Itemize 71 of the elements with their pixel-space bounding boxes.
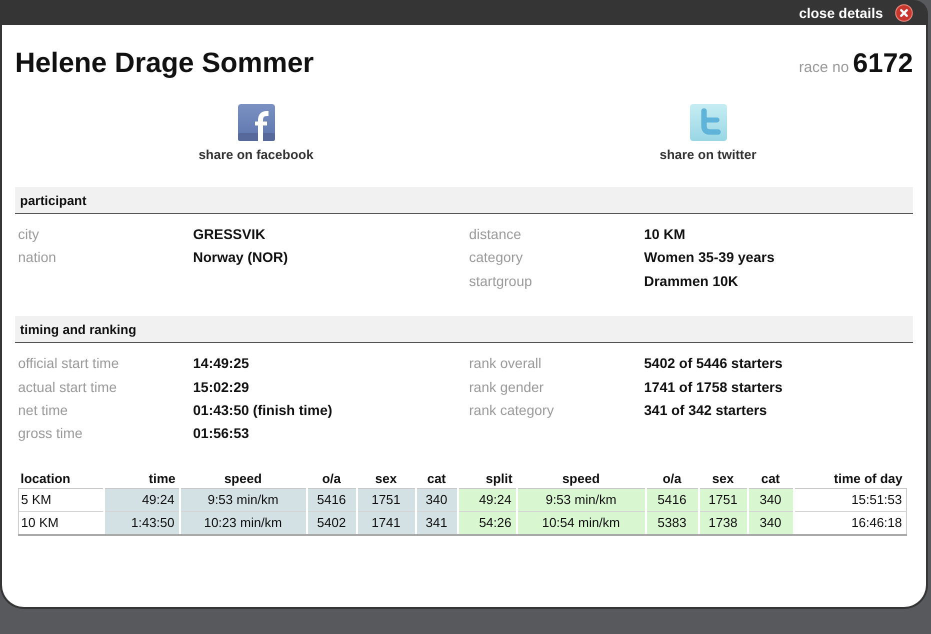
field-label: official start time — [18, 354, 119, 374]
field-label: actual start time — [18, 378, 117, 397]
column-header: time — [104, 470, 180, 488]
field-value: Women 35-39 years — [644, 248, 774, 268]
field-label: startgroup — [469, 272, 532, 291]
race-number-label: race no — [798, 58, 849, 76]
table-cell: 5416 — [646, 488, 698, 512]
facebook-icon — [238, 104, 274, 141]
column-header: location — [18, 470, 104, 488]
field-value: GRESSVIK — [193, 225, 266, 244]
share-twitter-link[interactable]: share on twitter — [608, 104, 808, 163]
column-header: cat — [748, 470, 794, 488]
twitter-icon — [690, 104, 726, 141]
table-cell: 16:46:18 — [794, 511, 906, 535]
field-value: Norway (NOR) — [193, 248, 288, 268]
column-header: o/a — [306, 470, 356, 488]
column-header: speed — [516, 470, 646, 488]
table-cell: 15:51:53 — [794, 488, 906, 512]
table-cell: 1751 — [698, 488, 748, 512]
table-cell: 9:53 min/km — [180, 488, 306, 512]
column-header: time of day — [794, 470, 906, 488]
table-cell: 49:24 — [458, 488, 516, 512]
column-header: split — [458, 470, 516, 488]
table-cell: 1751 — [356, 488, 416, 512]
table-cell: 5383 — [646, 511, 698, 535]
section-header: participant — [15, 187, 913, 214]
table-cell: 9:53 min/km — [516, 488, 646, 512]
field-value: 5402 of 5446 starters — [644, 354, 783, 374]
field-label: city — [18, 225, 39, 244]
table-cell: 10:54 min/km — [516, 511, 646, 535]
table-cell: 1741 — [356, 511, 416, 535]
field-label: net time — [18, 401, 68, 420]
table-cell: 5402 — [306, 511, 356, 535]
field-label: rank overall — [469, 354, 542, 374]
field-value: 01:43:50 (finish time) — [193, 401, 332, 420]
participant-name: Helene Drage Sommer — [15, 46, 314, 80]
field-value: 14:49:25 — [193, 354, 250, 374]
field-value: 1741 of 1758 starters — [644, 378, 783, 397]
table-cell: 340 — [416, 488, 458, 512]
field-label: distance — [469, 225, 522, 244]
field-label: nation — [18, 248, 56, 268]
table-cell: 341 — [416, 511, 458, 535]
field-label: gross time — [18, 424, 83, 444]
table-cell: 5416 — [306, 488, 356, 512]
field-label: rank gender — [469, 378, 544, 397]
column-header: sex — [356, 470, 416, 488]
field-label: rank category — [469, 401, 554, 420]
table-cell: 49:24 — [104, 488, 180, 512]
field-value: 01:56:53 — [193, 424, 250, 444]
table-cell: 340 — [748, 488, 794, 512]
field-value: 15:02:29 — [193, 378, 250, 397]
field-value: 341 of 342 starters — [644, 401, 767, 420]
field-value: Drammen 10K — [644, 272, 738, 291]
field-value: 10 KM — [644, 225, 686, 244]
race-number: 6172 — [852, 48, 913, 78]
column-header: cat — [416, 470, 458, 488]
table-cell: 5 KM — [18, 488, 104, 512]
table-cell: 340 — [748, 511, 794, 535]
field-label: category — [469, 248, 523, 268]
column-header: speed — [180, 470, 306, 488]
table-cell: 1:43:50 — [104, 511, 180, 535]
share-facebook-link[interactable]: share on facebook — [156, 104, 356, 163]
column-header: sex — [698, 470, 748, 488]
column-header: o/a — [646, 470, 698, 488]
table-cell: 54:26 — [458, 511, 516, 535]
table-cell: 1738 — [698, 511, 748, 535]
table-cell: 10 KM — [18, 511, 104, 535]
section-header: timing and ranking — [15, 316, 913, 344]
table-cell: 10:23 min/km — [180, 511, 306, 535]
close-details-button[interactable]: close details — [798, 4, 913, 22]
close-icon — [895, 4, 913, 22]
